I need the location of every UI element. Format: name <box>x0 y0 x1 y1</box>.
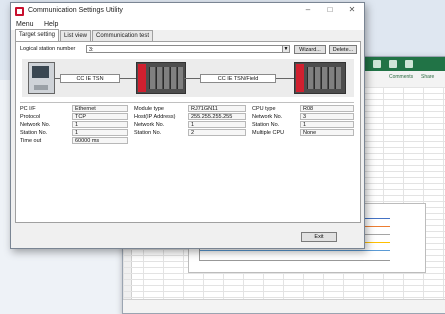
minimize-icon[interactable] <box>373 60 381 68</box>
cpu-network-no-label: Network No. <box>252 114 283 120</box>
cpu-station-no-value: 1 <box>300 121 354 128</box>
dialog-titlebar: Communication Settings Utility – □ ✕ <box>11 3 364 20</box>
logical-station-label: Logical station number <box>20 46 76 52</box>
delete-button[interactable]: Delete... <box>329 45 357 54</box>
exit-button[interactable]: Exit <box>301 232 337 242</box>
cpu-type-label: CPU type <box>252 106 276 112</box>
divider <box>20 102 354 103</box>
menu-item-menu[interactable]: Menu <box>16 21 34 28</box>
tab-list-view[interactable]: List view <box>60 30 92 41</box>
module-network-no-value: 1 <box>188 121 246 128</box>
chart-series-line <box>200 250 390 251</box>
network-label-right: CC IE TSN/Field <box>200 74 276 83</box>
pc-icon <box>28 62 55 94</box>
pc-if-value: Ethernet <box>72 105 128 112</box>
connection-line <box>184 78 200 79</box>
timeout-value: 60000 ms <box>72 137 128 144</box>
cpu-type-value: R08 <box>300 105 354 112</box>
connection-line <box>120 78 136 79</box>
cpu-module-icon <box>294 62 346 94</box>
minimize-button[interactable]: – <box>301 5 315 14</box>
communication-settings-dialog[interactable]: Communication Settings Utility – □ ✕ Men… <box>10 2 365 249</box>
logical-station-select[interactable]: 3: <box>86 45 286 53</box>
pc-station-no-label: Station No. <box>20 130 48 136</box>
wizard-button[interactable]: Wizard... <box>294 45 326 54</box>
app-icon <box>15 7 24 16</box>
tab-communication-test[interactable]: Communication test <box>92 30 154 41</box>
menu-bar: Menu Help <box>11 20 364 30</box>
connection-diagram: CC IE TSN CC IE TSN/Field <box>22 59 354 97</box>
chevron-down-icon[interactable]: ▼ <box>282 45 290 53</box>
comments-button[interactable]: Comments <box>389 74 413 80</box>
module-type-label: Module type <box>134 106 164 112</box>
host-ip-label: Host(IP Address) <box>134 114 176 120</box>
module-station-no-label: Station No. <box>134 130 162 136</box>
module-network-no-label: Network No. <box>134 122 165 128</box>
pc-network-no-value: 1 <box>72 121 128 128</box>
timeout-label: Time out <box>20 138 42 144</box>
multiple-cpu-label: Multiple CPU <box>252 130 285 136</box>
pc-if-label: PC I/F <box>20 106 36 112</box>
protocol-label: Protocol <box>20 114 41 120</box>
target-setting-panel: Logical station number 3: ▼ Wizard... De… <box>15 41 361 223</box>
host-ip-value: 255.255.255.255 <box>188 113 246 120</box>
module-station-no-value: 2 <box>188 129 246 136</box>
network-label-left: CC IE TSN <box>60 74 120 83</box>
maximize-button[interactable]: □ <box>323 5 337 14</box>
pc-network-no-label: Network No. <box>20 122 51 128</box>
dialog-title: Communication Settings Utility <box>28 7 123 14</box>
close-icon[interactable] <box>405 60 413 68</box>
module-type-value: RJ71GN11 <box>188 105 246 112</box>
connection-line <box>276 78 294 79</box>
multiple-cpu-value: None <box>300 129 354 136</box>
cpu-network-no-value: 3 <box>300 113 354 120</box>
cpu-station-no-label: Station No. <box>252 122 280 128</box>
spreadsheet-statusbar <box>123 299 445 313</box>
maximize-icon[interactable] <box>389 60 397 68</box>
share-button[interactable]: Share <box>421 74 434 80</box>
protocol-value: TCP <box>72 113 128 120</box>
menu-item-help[interactable]: Help <box>44 21 58 28</box>
pc-station-no-value: 1 <box>72 129 128 136</box>
close-button[interactable]: ✕ <box>345 5 359 14</box>
plc-module-icon <box>136 62 186 94</box>
